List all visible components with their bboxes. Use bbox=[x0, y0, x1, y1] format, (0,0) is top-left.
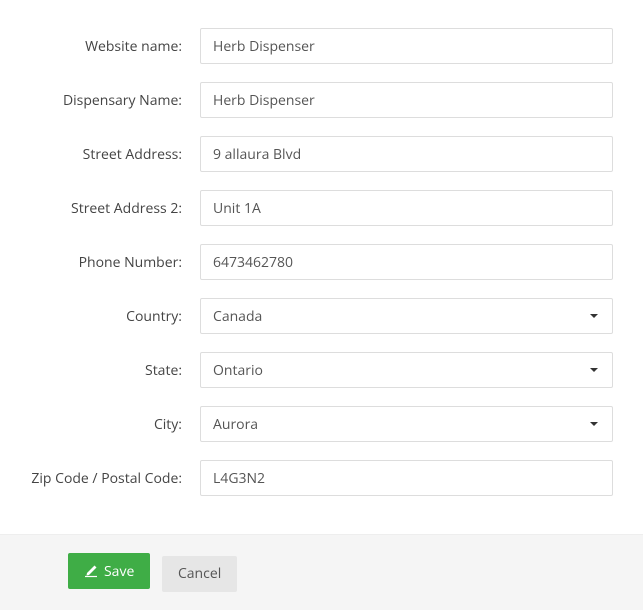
city-select[interactable]: Aurora bbox=[200, 406, 613, 442]
form-row-state: State: Ontario bbox=[30, 352, 613, 388]
form-row-zip-code: Zip Code / Postal Code: bbox=[30, 460, 613, 496]
country-select[interactable]: Canada bbox=[200, 298, 613, 334]
form-row-city: City: Aurora bbox=[30, 406, 613, 442]
state-label: State: bbox=[30, 361, 200, 380]
street-address-2-label: Street Address 2: bbox=[30, 199, 200, 218]
button-bar: Save Cancel bbox=[0, 534, 643, 610]
street-address-label: Street Address: bbox=[30, 145, 200, 164]
save-button[interactable]: Save bbox=[68, 553, 150, 589]
cancel-button-label: Cancel bbox=[178, 564, 221, 583]
form-row-street-address: Street Address: bbox=[30, 136, 613, 172]
form-row-street-address-2: Street Address 2: bbox=[30, 190, 613, 226]
website-name-label: Website name: bbox=[30, 37, 200, 56]
phone-number-label: Phone Number: bbox=[30, 253, 200, 272]
form-row-country: Country: Canada bbox=[30, 298, 613, 334]
zip-code-input[interactable] bbox=[200, 460, 613, 496]
country-label: Country: bbox=[30, 307, 200, 326]
state-select[interactable]: Ontario bbox=[200, 352, 613, 388]
form-row-phone-number: Phone Number: bbox=[30, 244, 613, 280]
save-button-label: Save bbox=[104, 562, 134, 581]
phone-number-input[interactable] bbox=[200, 244, 613, 280]
street-address-input[interactable] bbox=[200, 136, 613, 172]
zip-code-label: Zip Code / Postal Code: bbox=[30, 469, 200, 488]
cancel-button[interactable]: Cancel bbox=[162, 556, 237, 592]
form-row-website-name: Website name: bbox=[30, 28, 613, 64]
street-address-2-input[interactable] bbox=[200, 190, 613, 226]
form-row-dispensary-name: Dispensary Name: bbox=[30, 82, 613, 118]
city-label: City: bbox=[30, 415, 200, 434]
dispensary-name-input[interactable] bbox=[200, 82, 613, 118]
edit-icon bbox=[84, 564, 98, 578]
dispensary-name-label: Dispensary Name: bbox=[30, 91, 200, 110]
form-container: Website name: Dispensary Name: Street Ad… bbox=[0, 0, 643, 534]
website-name-input[interactable] bbox=[200, 28, 613, 64]
